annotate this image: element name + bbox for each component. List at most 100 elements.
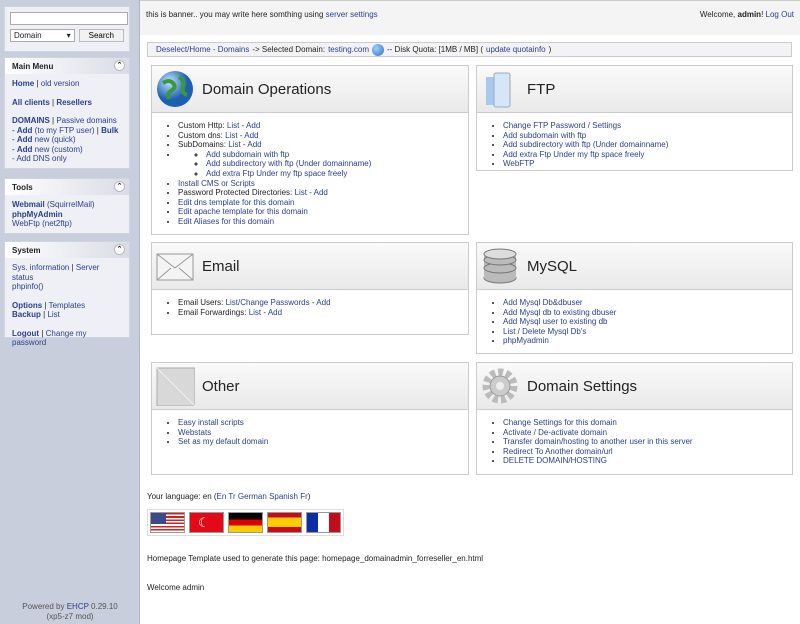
- link[interactable]: Passive domains: [56, 116, 116, 125]
- link[interactable]: List: [227, 121, 239, 130]
- link[interactable]: Add subdomain with ftp: [206, 150, 289, 159]
- flag-us-icon[interactable]: [150, 512, 185, 533]
- link[interactable]: List: [228, 140, 240, 149]
- link[interactable]: phpMyadmin: [503, 336, 549, 345]
- link[interactable]: Easy install scripts: [178, 418, 244, 427]
- link[interactable]: List: [47, 310, 59, 319]
- collapse-icon[interactable]: ⌃: [114, 244, 125, 255]
- link[interactable]: Edit Aliases for this domain: [178, 217, 274, 226]
- link[interactable]: Change FTP Password / Settings: [503, 121, 621, 130]
- panel-header: MySQL: [477, 243, 792, 290]
- menu-line: - Add (to my FTP user) | Bulk: [12, 126, 122, 136]
- logout-link[interactable]: Log Out: [766, 10, 794, 19]
- list-item: Add subdomain with ftp: [503, 131, 792, 141]
- collapse-icon[interactable]: ⌃: [114, 181, 125, 192]
- link[interactable]: Bulk: [101, 126, 118, 135]
- link[interactable]: Edit apache template for this domain: [178, 207, 308, 216]
- language-link[interactable]: En: [217, 492, 227, 501]
- deselect-home-link[interactable]: Deselect/Home - Domains: [156, 45, 249, 54]
- powered-label: Powered by: [22, 602, 67, 611]
- flag-tr-icon[interactable]: ☾: [189, 512, 224, 533]
- text: SubDomains:: [178, 140, 229, 150]
- search-type-select[interactable]: Domain ▾: [10, 29, 75, 42]
- update-quota-link[interactable]: update quotainfo: [486, 45, 546, 54]
- link[interactable]: Add Mysql user to existing db: [503, 317, 608, 326]
- search-input[interactable]: [10, 12, 128, 25]
- panel-domain-settings: Domain Settings Change Settings for this …: [476, 362, 793, 475]
- flag-fr-icon[interactable]: [306, 512, 341, 533]
- link[interactable]: Add extra Ftp Under my ftp space freely: [206, 169, 347, 178]
- collapse-icon[interactable]: ⌃: [114, 60, 125, 71]
- folder-icon: [480, 69, 520, 109]
- link[interactable]: Sys. information: [12, 263, 69, 272]
- link[interactable]: WebFTP: [503, 159, 534, 168]
- system-menu: System ⌃ Sys. information | Server status p…: [4, 241, 130, 347]
- link[interactable]: All clients: [12, 98, 50, 107]
- link[interactable]: Transfer domain/hosting to another user …: [503, 437, 693, 446]
- list-item: Edit apache template for this domain: [178, 207, 468, 217]
- link[interactable]: (SquirrelMail): [45, 200, 95, 209]
- link[interactable]: phpMyAdmin: [12, 210, 63, 219]
- link[interactable]: Add: [17, 135, 33, 144]
- search-button[interactable]: Search: [78, 29, 124, 42]
- language-link[interactable]: German: [238, 492, 267, 501]
- link[interactable]: Add: [268, 308, 282, 317]
- link[interactable]: Install CMS or Scripts: [178, 179, 255, 188]
- link[interactable]: phpinfo(): [12, 282, 44, 291]
- link[interactable]: Edit dns template for this domain: [178, 198, 295, 207]
- link[interactable]: Add: [244, 131, 258, 140]
- link[interactable]: Add: [247, 140, 261, 149]
- link[interactable]: Webstats: [178, 428, 211, 437]
- language-link[interactable]: Fr: [300, 492, 308, 501]
- selected-domain-link[interactable]: testing.com: [328, 45, 369, 54]
- disk-quota: -- Disk Quota: [1MB / MB] (: [386, 45, 483, 54]
- link[interactable]: Add: [246, 121, 260, 130]
- flag-es-icon[interactable]: [267, 512, 302, 533]
- link[interactable]: Add subdomain with ftp: [503, 131, 586, 140]
- link[interactable]: new (quick): [32, 135, 76, 144]
- link[interactable]: Backup: [12, 310, 41, 319]
- paren: ): [548, 45, 552, 54]
- language-link[interactable]: Spanish: [269, 492, 298, 501]
- link[interactable]: Add subdirectory with ftp (Under domainn…: [206, 159, 371, 168]
- language-link[interactable]: Tr: [228, 492, 235, 501]
- link[interactable]: Add: [17, 145, 33, 154]
- link[interactable]: Resellers: [56, 98, 92, 107]
- link[interactable]: Webmail: [12, 200, 45, 209]
- link[interactable]: List: [249, 308, 261, 317]
- link[interactable]: Activate / De-activate domain: [503, 428, 607, 437]
- link[interactable]: List/Change Passwords: [226, 298, 310, 307]
- link[interactable]: - Add DNS only: [12, 154, 67, 163]
- link[interactable]: Add extra Ftp Under my ftp space freely: [503, 150, 644, 159]
- link[interactable]: Add: [17, 126, 33, 135]
- link[interactable]: new (custom): [32, 145, 83, 154]
- link[interactable]: List / Delete Mysql Db's: [503, 327, 586, 336]
- link[interactable]: Redirect To Another domain/url: [503, 447, 613, 456]
- link[interactable]: Add Mysql Db&dbuser: [503, 298, 583, 307]
- link[interactable]: Templates: [49, 301, 85, 310]
- link[interactable]: Logout: [12, 329, 39, 338]
- link[interactable]: WebFtp (net2ftp): [12, 219, 72, 228]
- link[interactable]: Home: [12, 79, 34, 88]
- link[interactable]: old version: [41, 79, 80, 88]
- server-settings-link[interactable]: server settings: [326, 10, 378, 19]
- text: -: [306, 188, 314, 198]
- link[interactable]: Add: [314, 188, 328, 197]
- flag-de-icon[interactable]: [228, 512, 263, 533]
- domain-go-icon[interactable]: [371, 43, 384, 56]
- link[interactable]: Add: [316, 298, 330, 307]
- link[interactable]: List: [295, 188, 307, 197]
- link[interactable]: Change Settings for this domain: [503, 418, 617, 427]
- link[interactable]: Options: [12, 301, 42, 310]
- link[interactable]: Add subdirectory with ftp (Under domainn…: [503, 140, 668, 149]
- link[interactable]: DOMAINS: [12, 116, 50, 125]
- link[interactable]: List: [225, 131, 237, 140]
- panel-title: Email: [202, 258, 240, 275]
- link[interactable]: (to my FTP user): [32, 126, 95, 135]
- menu-line: Backup | List: [12, 310, 122, 320]
- ehcp-link[interactable]: EHCP: [67, 602, 89, 611]
- link[interactable]: DELETE DOMAIN/HOSTING: [503, 456, 607, 465]
- link[interactable]: Add Mysql db to existing dbuser: [503, 308, 616, 317]
- text: Email Forwardings:: [178, 307, 249, 317]
- link[interactable]: Set as my default domain: [178, 437, 268, 446]
